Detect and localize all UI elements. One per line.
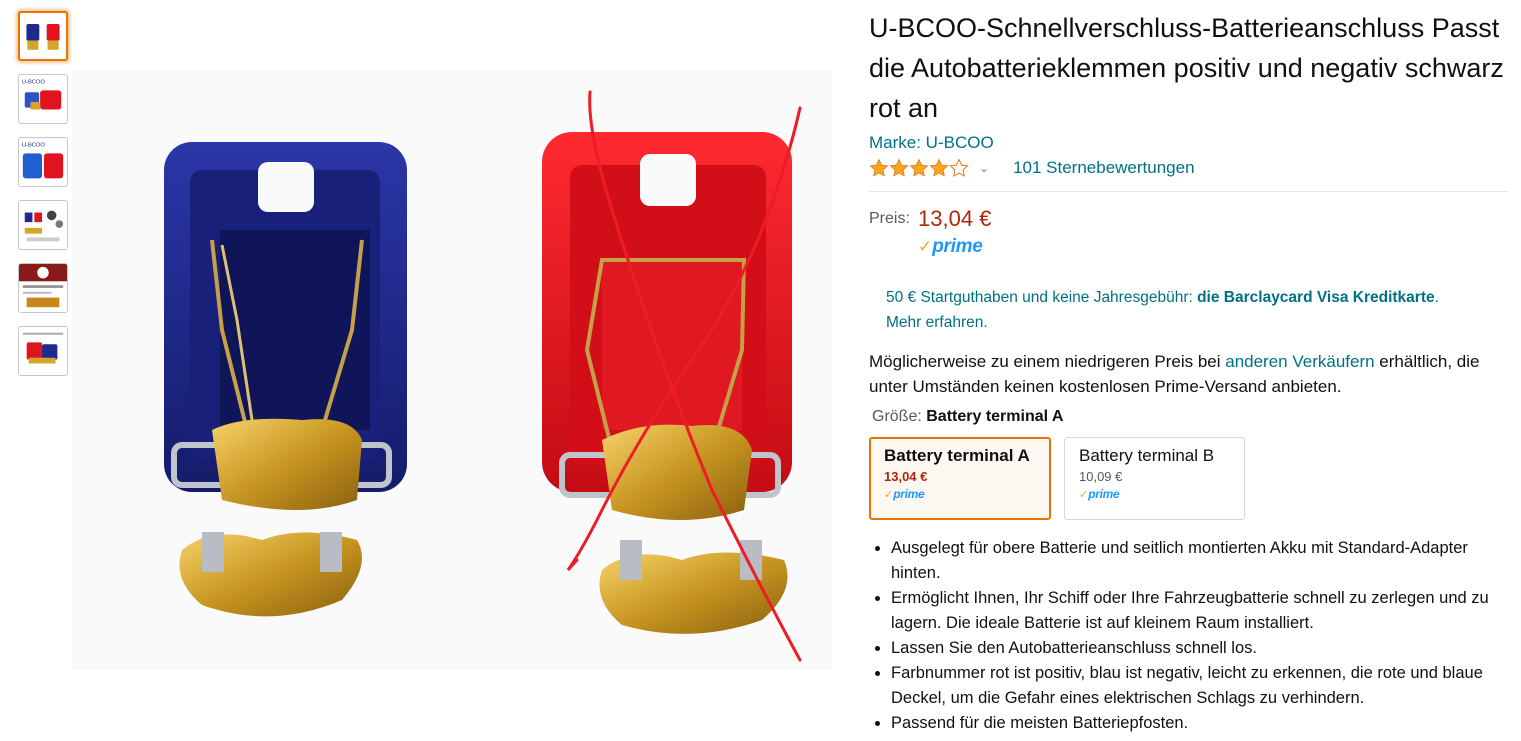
price-label: Preis: (869, 210, 910, 227)
list-item: Passend für die meisten Batteriepfosten. (891, 711, 1509, 736)
svg-text:U-BCOO: U-BCOO (22, 143, 46, 149)
star-full-icon (929, 158, 949, 177)
size-selection-label: Größe: Battery terminal A (872, 408, 1509, 426)
divider (869, 191, 1509, 192)
list-item: Lassen Sie den Autobatterieanschluss sch… (891, 636, 1509, 661)
list-item: Farbnummer rot ist positiv, blau ist neg… (891, 661, 1509, 711)
product-details: U-BCOO-Schnellverschluss-Batterieanschlu… (869, 8, 1509, 736)
other-sellers-link[interactable]: anderen Verkäufern (1225, 352, 1374, 371)
swatch-name: Battery terminal A (884, 446, 1030, 465)
price-row: Preis: 13,04 € (869, 206, 1509, 232)
list-item: Ausgelegt für obere Batterie und seitlic… (891, 536, 1509, 586)
thumbnail-4[interactable] (18, 200, 68, 250)
thumbnail-strip: U-BCOO U-BCOO (18, 11, 70, 389)
promo-more-link[interactable]: Mehr erfahren. (886, 314, 988, 331)
brand-link[interactable]: Marke: U-BCOO (869, 133, 1509, 153)
thumbnail-5[interactable] (18, 263, 68, 313)
size-value: Battery terminal A (926, 408, 1064, 425)
swatch-battery-terminal-a[interactable]: Battery terminal A 13,04 € ✓ prime (869, 437, 1051, 520)
ratings-count-link[interactable]: 101 Sternebewertungen (1013, 158, 1194, 178)
chevron-down-icon[interactable]: ⌄ (979, 161, 989, 175)
star-full-icon (909, 158, 929, 177)
feature-bullets: Ausgelegt für obere Batterie und seitlic… (869, 536, 1509, 736)
swatch-prime-badge: ✓ prime (1079, 487, 1230, 501)
swatch-battery-terminal-b[interactable]: Battery terminal B 10,09 € ✓ prime (1064, 437, 1245, 520)
lower-price-note: Möglicherweise zu einem niedrigeren Prei… (869, 349, 1509, 399)
star-empty-icon (949, 158, 969, 177)
thumbnail-3[interactable]: U-BCOO (18, 137, 68, 187)
star-full-icon (889, 158, 909, 177)
lower-price-text: Möglicherweise zu einem niedrigeren Prei… (869, 352, 1226, 371)
credit-card-promo: 50 € Startguthaben und keine Jahresgebüh… (886, 285, 1509, 335)
swatch-name: Battery terminal B (1079, 446, 1215, 465)
star-full-icon (869, 158, 889, 177)
promo-text: 50 € Startguthaben und keine Jahresgebüh… (886, 289, 1198, 306)
prime-check-icon: ✓ (918, 237, 933, 256)
size-swatches: Battery terminal A 13,04 € ✓ prime Batte… (869, 437, 1509, 520)
star-rating[interactable] (869, 158, 969, 178)
promo-period: . (1434, 289, 1439, 306)
thumbnail-1[interactable] (18, 11, 68, 61)
price-value: 13,04 € (918, 206, 992, 231)
main-product-image[interactable] (72, 70, 832, 670)
rating-row: ⌄ 101 Sternebewertungen (869, 157, 1509, 179)
prime-check-icon: ✓ (1079, 488, 1089, 501)
thumbnail-2[interactable]: U-BCOO (18, 74, 68, 124)
prime-logo: prime (1088, 487, 1120, 501)
product-title: U-BCOO-Schnellverschluss-Batterieanschlu… (869, 13, 1504, 123)
list-item: Ermöglicht Ihnen, Ihr Schiff oder Ihre F… (891, 586, 1509, 636)
barclaycard-link[interactable]: die Barclaycard Visa Kreditkarte (1197, 289, 1435, 306)
swatch-prime-badge: ✓ prime (884, 487, 1036, 501)
prime-logo: prime (932, 236, 983, 257)
swatch-price: 10,09 € (1079, 469, 1123, 484)
prime-check-icon: ✓ (884, 488, 894, 501)
thumbnail-6[interactable] (18, 326, 68, 376)
prime-badge: ✓ prime (918, 236, 1509, 258)
svg-text:U-BCOO: U-BCOO (22, 80, 46, 86)
size-label: Größe: (872, 408, 927, 425)
prime-logo: prime (893, 487, 925, 501)
swatch-price: 13,04 € (884, 469, 928, 484)
